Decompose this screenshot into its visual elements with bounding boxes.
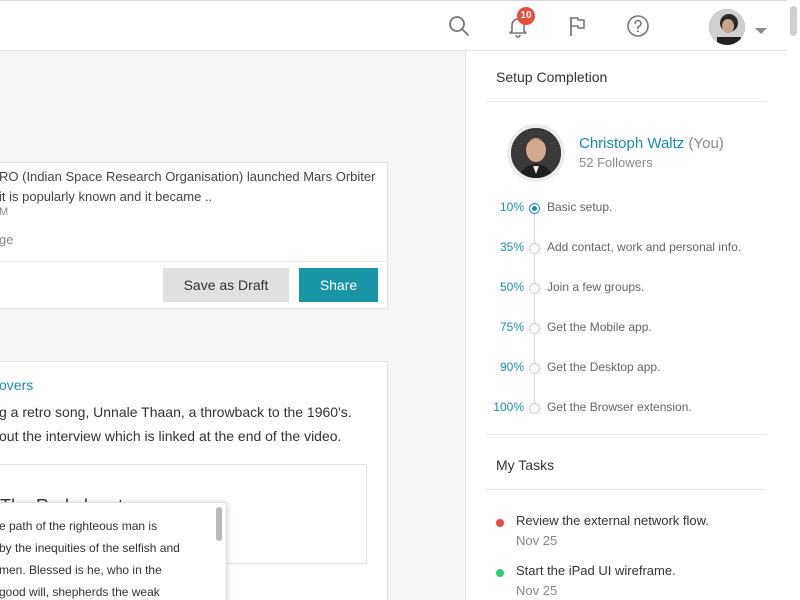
notification-badge: 10 (517, 7, 535, 25)
task-status-dot (496, 569, 504, 577)
help-icon[interactable] (625, 13, 651, 39)
step-dot (529, 283, 540, 294)
setup-step[interactable]: 35% Add contact, work and personal info. (466, 237, 788, 259)
profile-you-label: (You) (688, 135, 724, 152)
step-dot (529, 203, 540, 214)
setup-heading: Setup Completion (496, 69, 608, 85)
divider (0, 261, 389, 262)
step-label: Add contact, work and personal info. (547, 240, 742, 254)
step-percent: 90% (499, 360, 524, 374)
step-percent: 35% (499, 240, 524, 254)
scrollbar-thumb[interactable] (790, 6, 797, 36)
task-date: Nov 25 (516, 533, 558, 548)
page-scrollbar[interactable] (787, 0, 800, 600)
popup-line: e path of the righteous man is (0, 519, 158, 533)
step-label: Get the Desktop app. (547, 360, 661, 374)
post-text-line: RO (Indian Space Research Organisation) … (0, 169, 376, 184)
post-text-line: out the interview which is linked at the… (0, 428, 342, 444)
post-author-link[interactable]: overs (0, 377, 33, 393)
popup-line: men. Blessed is he, who in the (0, 563, 162, 577)
profile-name[interactable]: Christoph Waltz (You) (579, 135, 724, 152)
popup-line: good will, shepherds the weak (0, 585, 160, 599)
flag-icon[interactable] (565, 13, 591, 39)
task-date: Nov 25 (516, 583, 558, 598)
step-percent: 75% (499, 320, 524, 334)
right-panel: Setup Completion Christoph Waltz (You) 5… (465, 51, 787, 600)
popup-body: e path of the righteous man is by the in… (0, 515, 180, 600)
search-icon[interactable] (446, 13, 472, 39)
post-body: g a retro song, Unnale Thaan, a throwbac… (0, 400, 352, 448)
step-percent: 100% (493, 400, 524, 414)
setup-step[interactable]: 75% Get the Mobile app. (466, 317, 788, 339)
share-button[interactable]: Share (299, 268, 378, 302)
step-label: Get the Mobile app. (547, 320, 652, 334)
step-percent: 50% (499, 280, 524, 294)
followers-count: 52 Followers (579, 155, 653, 170)
text-popup: e path of the righteous man is by the in… (0, 502, 227, 600)
step-dot (529, 243, 540, 254)
step-label: Basic setup. (547, 200, 613, 214)
user-avatar[interactable] (709, 9, 745, 45)
step-dot (529, 323, 540, 334)
post-meta: M (0, 206, 9, 218)
post-text: RO (Indian Space Research Organisation) … (0, 167, 375, 207)
setup-step[interactable]: 10% Basic setup. (466, 197, 788, 219)
post-text-line: g a retro song, Unnale Thaan, a throwbac… (0, 404, 352, 420)
popup-scrollbar[interactable] (216, 507, 222, 541)
task-title[interactable]: Review the external network flow. (516, 513, 709, 528)
post-composer-card: RO (Indian Space Research Organisation) … (0, 162, 389, 309)
task-title[interactable]: Start the iPad UI wireframe. (516, 563, 676, 578)
divider (486, 434, 766, 435)
setup-step[interactable]: 90% Get the Desktop app. (466, 357, 788, 379)
task-status-dot (496, 519, 504, 527)
step-label: Join a few groups. (547, 280, 645, 294)
profile-name-text[interactable]: Christoph Waltz (579, 135, 684, 152)
bell-icon[interactable]: 10 (505, 7, 535, 39)
divider (486, 489, 766, 490)
top-bar: 10 (0, 0, 800, 51)
post-tag: ge (0, 232, 14, 247)
save-draft-button[interactable]: Save as Draft (163, 268, 289, 302)
setup-step[interactable]: 50% Join a few groups. (466, 277, 788, 299)
profile-avatar[interactable] (507, 124, 565, 182)
step-label: Get the Browser extension. (547, 400, 692, 414)
step-dot (529, 403, 540, 414)
step-percent: 10% (499, 200, 524, 214)
tasks-heading: My Tasks (496, 457, 555, 473)
setup-step[interactable]: 100% Get the Browser extension. (466, 397, 788, 419)
divider (486, 101, 766, 102)
post-text-line: it is popularly known and it became .. (0, 189, 213, 204)
chevron-down-icon[interactable] (755, 28, 767, 34)
popup-line: by the inequities of the selfish and (0, 541, 180, 555)
step-dot (529, 363, 540, 374)
